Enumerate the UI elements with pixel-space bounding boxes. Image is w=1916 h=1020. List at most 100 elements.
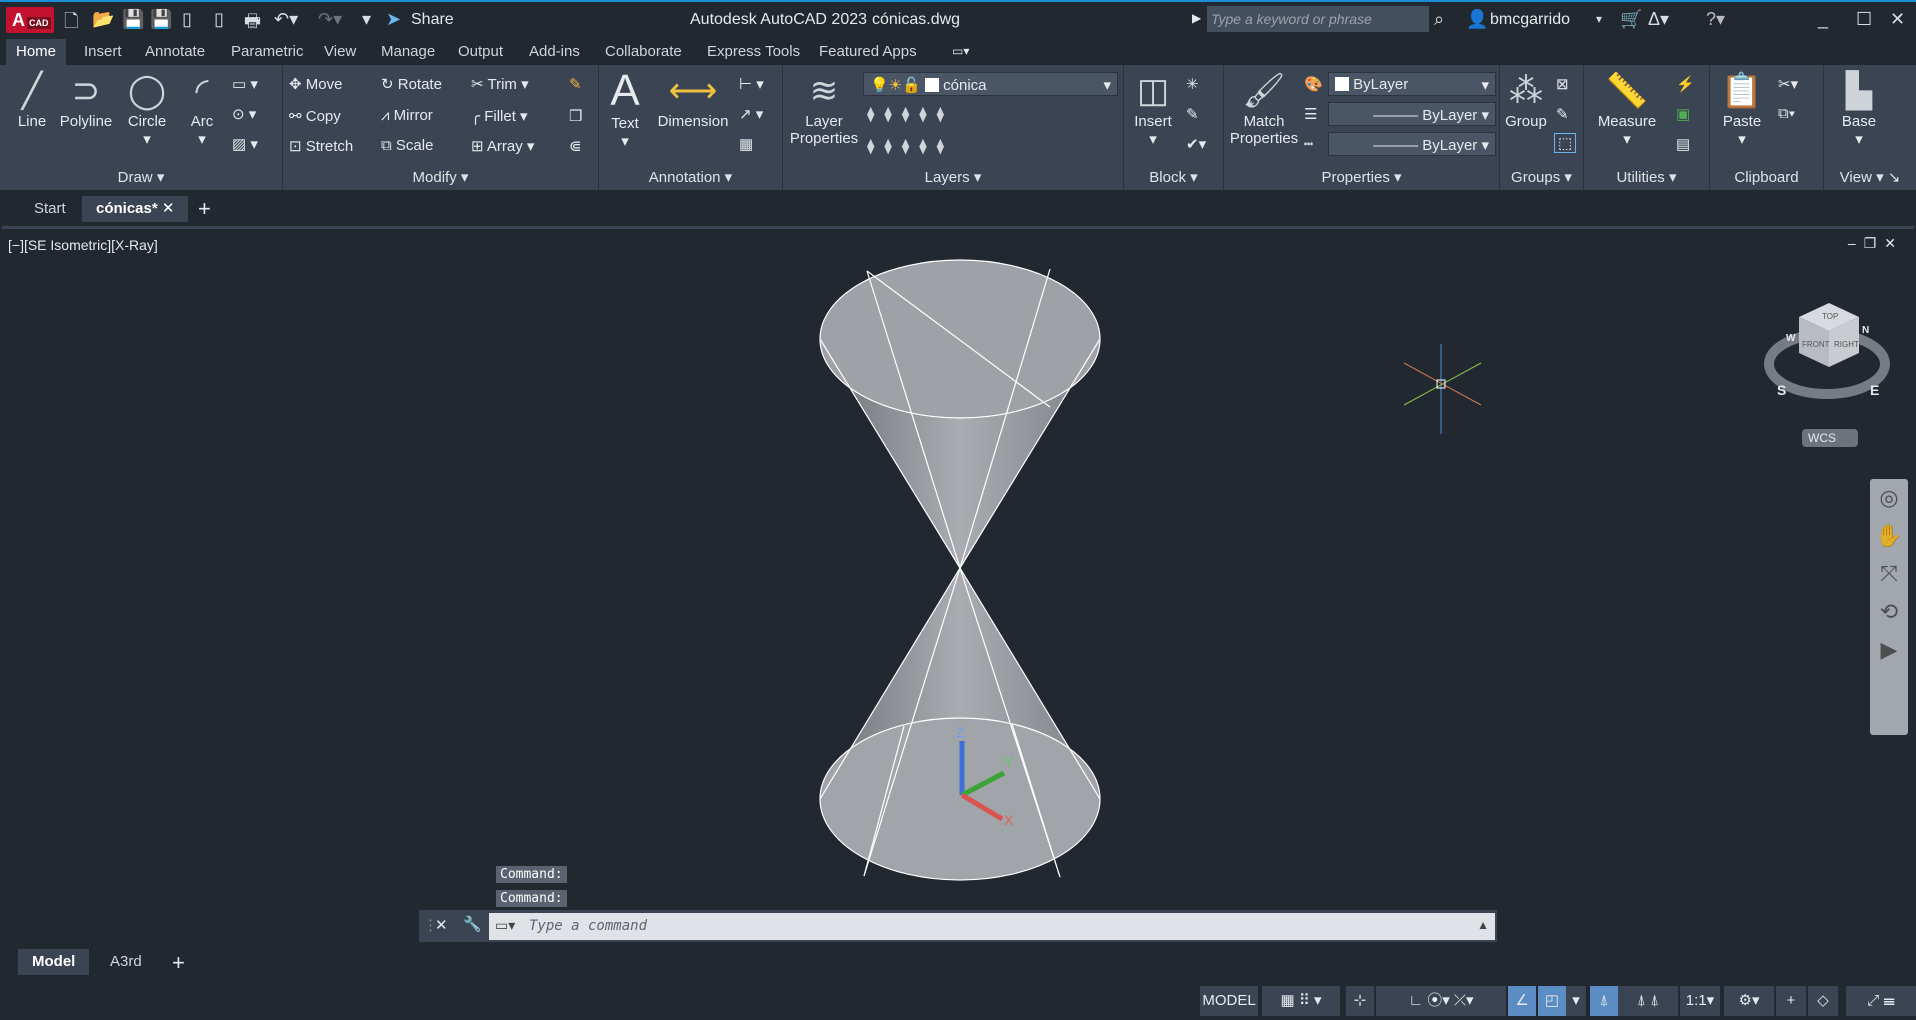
tab-collaborate[interactable]: Collaborate (595, 39, 692, 65)
steering-wheel-icon[interactable]: ◎ (1870, 479, 1908, 517)
polyline-button[interactable]: ⊃ Polyline (56, 69, 116, 130)
customize-wrench-icon[interactable]: 🔧 (463, 915, 482, 933)
measure-button[interactable]: 📏 Measure ▾ (1590, 69, 1664, 148)
save-as-icon[interactable]: 💾 (150, 9, 172, 30)
move-button[interactable]: ✥ Move (289, 75, 342, 93)
tab-current-drawing[interactable]: cónicas* ✕ (82, 196, 189, 222)
color-dropdown[interactable]: ByLayer ▾ (1328, 72, 1496, 96)
viewcube-north[interactable]: N (1862, 325, 1869, 336)
cut-icon[interactable]: ✂▾ (1778, 75, 1798, 93)
zoom-extents-icon[interactable]: ⤧ (1870, 555, 1908, 593)
new-layout-icon[interactable]: + (172, 950, 185, 976)
customize-icon[interactable]: ▾ (362, 9, 371, 30)
search-icon[interactable]: ⌕ (1434, 9, 1444, 30)
snap-dropdown-icon[interactable]: ▾ (1566, 986, 1586, 1016)
properties-panel-label[interactable]: Properties ▾ (1224, 168, 1499, 186)
viewcube[interactable]: TOP FRONT RIGHT S E W N WCS (1764, 303, 1890, 447)
copy-clip-icon[interactable]: ⧉▾ (1778, 105, 1795, 122)
orbit-icon[interactable]: ⟲ (1870, 593, 1908, 631)
isolate-objects-icon[interactable]: ◇ (1808, 986, 1838, 1016)
nav-tools[interactable]: ◎ ✋ ⤧ ⟲ ▶ (1870, 479, 1908, 669)
draw-panel-label[interactable]: Draw ▾ (0, 168, 282, 186)
maximize-icon[interactable]: ☐ (1856, 9, 1872, 30)
arc-button[interactable]: ◜ Arc ▾ (180, 69, 224, 148)
rectangle-icon[interactable]: ▭ ▾ (232, 75, 258, 93)
table-icon[interactable]: ▦ (739, 135, 753, 153)
tab-home[interactable]: Home (6, 39, 67, 65)
autodesk-app-icon[interactable]: Δ▾ (1648, 9, 1669, 30)
lineweight-dropdown[interactable]: ——— ByLayer ▾ (1328, 132, 1496, 156)
viewcube-south[interactable]: S (1777, 382, 1786, 398)
modify-panel-label[interactable]: Modify ▾ (283, 168, 598, 186)
dimension-button[interactable]: ⟷ Dimension (655, 69, 731, 130)
view-panel-label[interactable]: View ▾ ↘ (1824, 168, 1916, 186)
hatch-icon[interactable]: ▨ ▾ (232, 135, 258, 153)
fillet-button[interactable]: ╭ Fillet ▾ (471, 107, 528, 125)
wcs-menu[interactable]: WCS (1808, 431, 1836, 445)
rotate-button[interactable]: ↻ Rotate (381, 75, 442, 93)
group-edit-icon[interactable]: ✎ (1556, 105, 1569, 123)
drawing-viewport[interactable]: [−][SE Isometric][X-Ray] –❐✕ Z Y X TOP F… (2, 226, 1914, 944)
help-icon[interactable]: ?▾ (1706, 9, 1725, 30)
edit-block-icon[interactable]: ✎ (1186, 105, 1199, 123)
explode-icon[interactable]: ❒ (569, 107, 582, 125)
app-logo[interactable]: A CAD (6, 7, 54, 33)
grid-snap-buttons[interactable]: ▦ ⠿ ▾ (1262, 986, 1340, 1016)
command-prompt-icon[interactable]: ▭▾ (495, 917, 515, 934)
stretch-button[interactable]: ⊡ Stretch (289, 137, 353, 155)
viewcube-east[interactable]: E (1870, 382, 1879, 398)
tab-manage[interactable]: Manage (371, 39, 445, 65)
workspace-toggle-icon[interactable]: ▭▾ (952, 44, 969, 58)
groups-panel-label[interactable]: Groups ▾ (1500, 168, 1583, 186)
paste-button[interactable]: 📋 Paste ▾ (1716, 69, 1768, 148)
calculator-icon[interactable]: ▤ (1676, 135, 1690, 153)
tab-insert[interactable]: Insert (74, 39, 132, 65)
layer-dropdown[interactable]: 💡☀🔓 cónica ▾ (863, 72, 1118, 96)
leader-icon[interactable]: ↗ ▾ (739, 105, 763, 123)
tab-output[interactable]: Output (448, 39, 513, 65)
annotation-monitor-icon[interactable]: + (1776, 986, 1806, 1016)
utilities-panel-label[interactable]: Utilities ▾ (1584, 168, 1709, 186)
showmotion-icon[interactable]: ▶ (1870, 631, 1908, 669)
line-button[interactable]: ╱ Line (10, 69, 54, 130)
close-icon[interactable]: ✕ (1890, 9, 1905, 30)
quick-select-icon[interactable]: ⚡ (1676, 75, 1695, 93)
search-input[interactable]: Type a keyword or phrase (1207, 6, 1429, 32)
tab-model[interactable]: Model (18, 949, 90, 975)
dynamic-input-icon[interactable]: ⊹ (1346, 986, 1374, 1016)
insert-button[interactable]: ◫ Insert ▾ (1128, 69, 1178, 148)
attribute-icon[interactable]: ✔▾ (1186, 135, 1206, 153)
new-icon[interactable]: 🗋 (64, 9, 78, 39)
select-all-icon[interactable]: ▣ (1676, 105, 1690, 123)
new-tab-icon[interactable]: + (198, 196, 211, 222)
model-space-button[interactable]: MODEL (1200, 986, 1258, 1016)
user-dropdown-icon[interactable]: ▾ (1596, 12, 1602, 26)
viewcube-right[interactable]: RIGHT (1834, 340, 1859, 349)
erase-icon[interactable]: ✎ (569, 75, 582, 93)
ellipse-icon[interactable]: ⊙ ▾ (232, 105, 256, 123)
clipboard-panel-label[interactable]: Clipboard (1710, 169, 1823, 186)
tab-annotate[interactable]: Annotate (135, 39, 215, 65)
annotation-scale-icons[interactable]: ⍋ ⍋ (1618, 986, 1678, 1016)
share-icon[interactable]: ➤ (386, 9, 401, 30)
scale-button[interactable]: ⧉ Scale (381, 137, 433, 154)
layer-tools-row-2[interactable]: ⧫⧫⧫⧫⧫ (867, 137, 954, 155)
command-input[interactable]: Type a command (489, 913, 1495, 940)
command-history-toggle-icon[interactable]: ▲ (1477, 918, 1489, 932)
layers-panel-label[interactable]: Layers ▾ (783, 168, 1123, 186)
close-tab-icon[interactable]: ✕ (162, 200, 175, 217)
tab-express-tools[interactable]: Express Tools (697, 39, 810, 65)
save-web-icon[interactable]: ▯ (214, 9, 224, 30)
linear-dim-icon[interactable]: ⊢ ▾ (739, 75, 764, 93)
annotation-visibility-icon[interactable]: ⍋ (1590, 986, 1618, 1016)
circle-button[interactable]: ◯ Circle ▾ (122, 69, 172, 148)
offset-icon[interactable]: ⋐ (569, 137, 582, 155)
tab-featured-apps[interactable]: Featured Apps (809, 39, 927, 65)
user-name[interactable]: bmcgarrido (1490, 11, 1570, 29)
layer-tools-row-1[interactable]: ⧫⧫⧫⧫⧫ (867, 105, 954, 123)
cart-icon[interactable]: 🛒 (1620, 9, 1642, 30)
base-button[interactable]: ▙ Base ▾ (1834, 69, 1884, 148)
copy-button[interactable]: ⚯ Copy (289, 107, 341, 125)
isodraft-icon[interactable]: ∠ (1508, 986, 1536, 1016)
undo-icon[interactable]: ↶▾ (274, 9, 298, 30)
